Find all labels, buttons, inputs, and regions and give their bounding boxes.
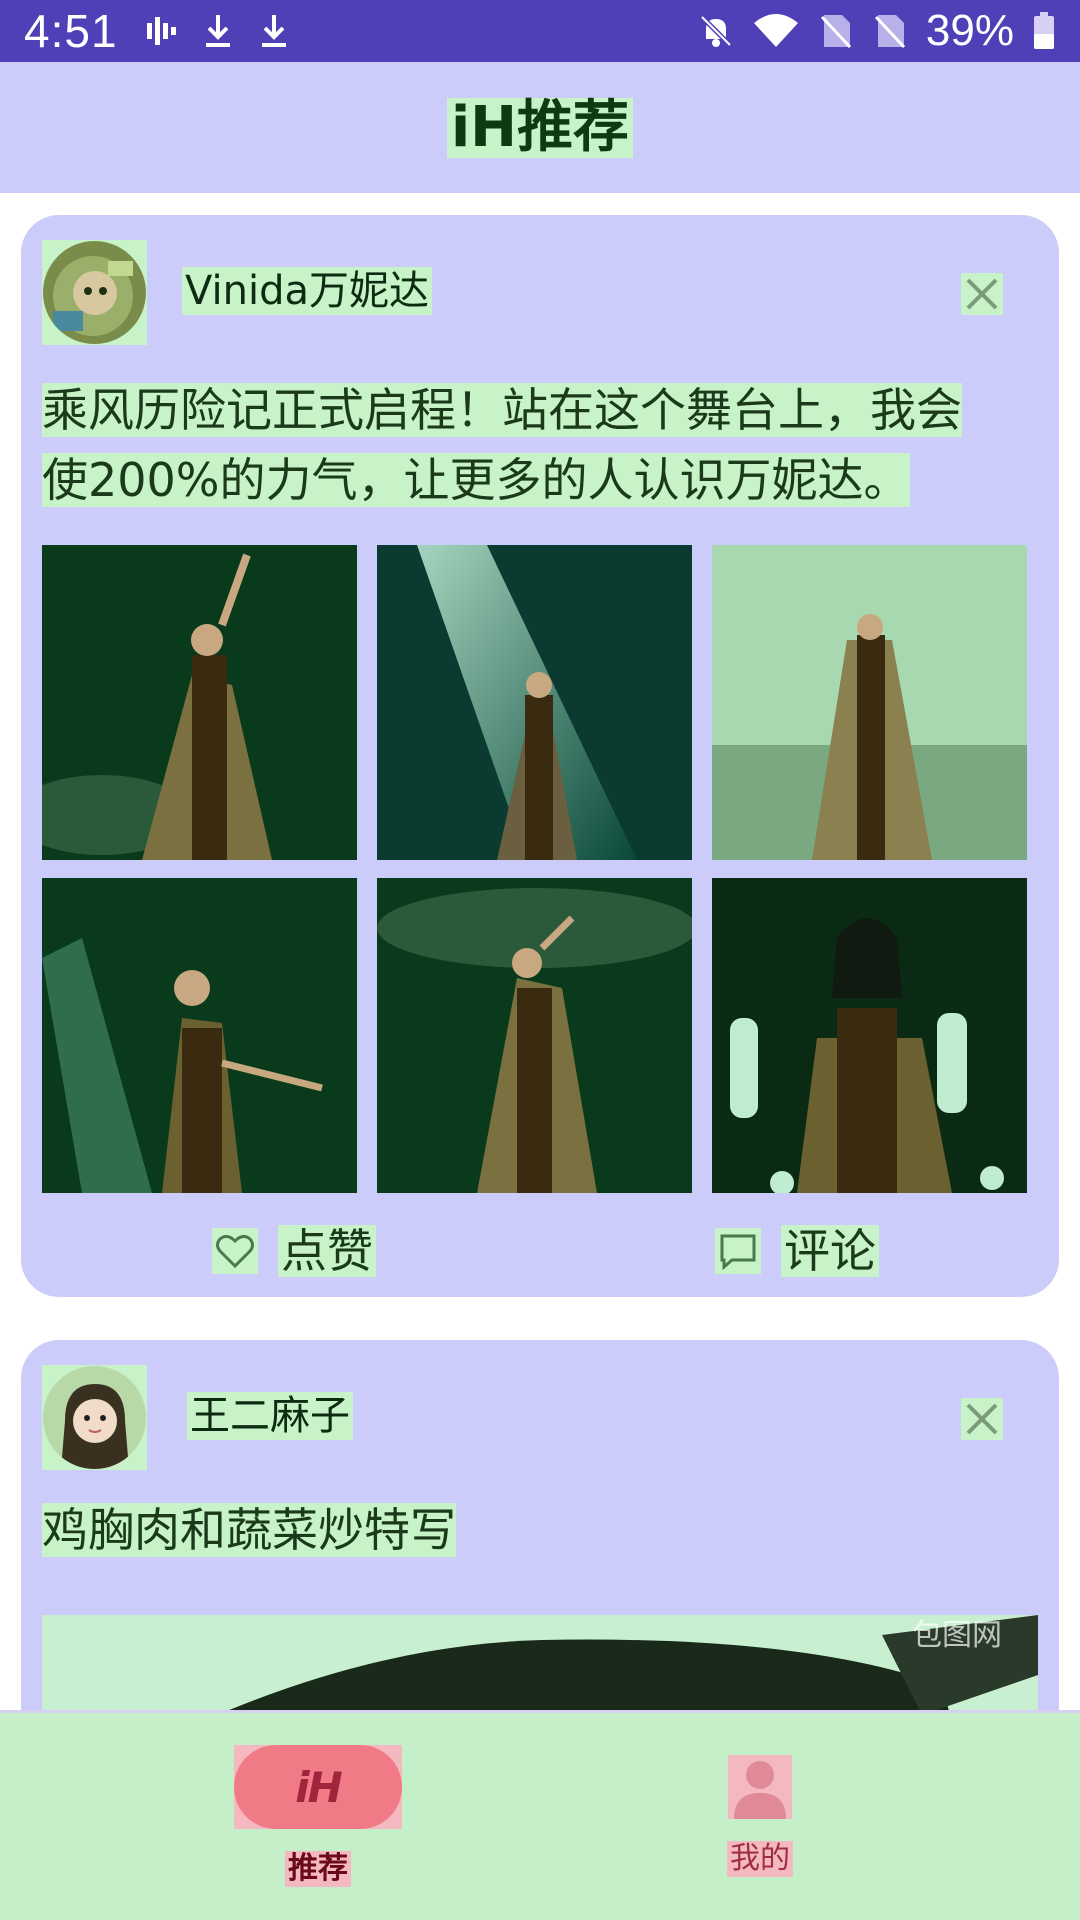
status-right-icons: 39% xyxy=(698,6,1056,56)
like-label: 点赞 xyxy=(278,1225,376,1277)
comment-button[interactable]: 评论 xyxy=(715,1225,879,1277)
no-sim-icon xyxy=(872,13,908,49)
nav-tab-mine[interactable]: 我的 xyxy=(660,1745,860,1877)
feed-list[interactable]: Vinida万妮达 乘风历险记正式启程！站在这个舞台上，我会 使200%的力气，… xyxy=(0,193,1080,1710)
close-icon[interactable] xyxy=(961,1398,1003,1440)
post-text-line: 使200%的力气，让更多的人认识万妮达。 xyxy=(42,453,910,507)
comment-label: 评论 xyxy=(781,1225,879,1277)
status-time: 4:51 xyxy=(24,5,118,57)
like-button[interactable]: 点赞 xyxy=(212,1225,376,1277)
post-text: 乘风历险记正式启程！站在这个舞台上，我会 使200%的力气，让更多的人认识万妮达… xyxy=(42,375,1032,515)
bottom-navigation: iH 推荐 我的 xyxy=(0,1710,1080,1920)
post-photo[interactable] xyxy=(712,878,1027,1193)
photo-grid xyxy=(42,545,1032,1193)
nav-label: 推荐 xyxy=(285,1851,351,1887)
comment-icon xyxy=(715,1228,761,1274)
post-photo[interactable] xyxy=(712,545,1027,860)
nav-label: 我的 xyxy=(727,1841,793,1877)
signal-activity-icon xyxy=(144,13,180,49)
post-card[interactable]: Vinida万妮达 乘风历险记正式启程！站在这个舞台上，我会 使200%的力气，… xyxy=(21,215,1059,1297)
wifi-icon xyxy=(752,13,800,49)
battery-percent: 39% xyxy=(925,6,1014,55)
nav-tab-recommend[interactable]: iH 推荐 xyxy=(218,1745,418,1887)
close-icon[interactable] xyxy=(961,273,1003,315)
top-app-bar: iH推荐 xyxy=(0,62,1080,193)
ih-logo-icon: iH xyxy=(234,1745,402,1829)
author-avatar[interactable] xyxy=(42,1365,147,1470)
nav-logo-text: iH xyxy=(295,1762,343,1812)
status-left-icons xyxy=(144,13,292,49)
page-title: iH推荐 xyxy=(446,97,634,158)
no-sim-icon xyxy=(818,13,854,49)
author-avatar[interactable] xyxy=(42,240,147,345)
status-bar: 4:51 39% xyxy=(0,0,1080,62)
post-text-line: 鸡胸肉和蔬菜炒特写 xyxy=(42,1503,456,1557)
author-name[interactable]: Vinida万妮达 xyxy=(182,267,432,315)
battery-icon xyxy=(1032,12,1056,49)
watermark-text: 包图网 xyxy=(912,1618,1002,1653)
person-icon xyxy=(728,1755,792,1819)
download-icon xyxy=(200,13,236,49)
bell-off-icon xyxy=(698,13,734,49)
post-photo[interactable] xyxy=(42,545,357,860)
download-icon xyxy=(256,13,292,49)
post-card[interactable]: 王二麻子 鸡胸肉和蔬菜炒特写 包图网 xyxy=(21,1340,1059,1710)
post-text-line: 乘风历险记正式启程！站在这个舞台上，我会 xyxy=(42,383,962,437)
nav-active-indicator: iH xyxy=(234,1745,402,1829)
post-photo[interactable] xyxy=(377,878,692,1193)
author-name[interactable]: 王二麻子 xyxy=(187,1392,353,1440)
post-photo[interactable] xyxy=(377,545,692,860)
post-photo[interactable] xyxy=(42,878,357,1193)
post-photo[interactable]: 包图网 xyxy=(42,1615,1038,1710)
post-text: 鸡胸肉和蔬菜炒特写 xyxy=(42,1495,1032,1565)
heart-icon xyxy=(212,1228,258,1274)
